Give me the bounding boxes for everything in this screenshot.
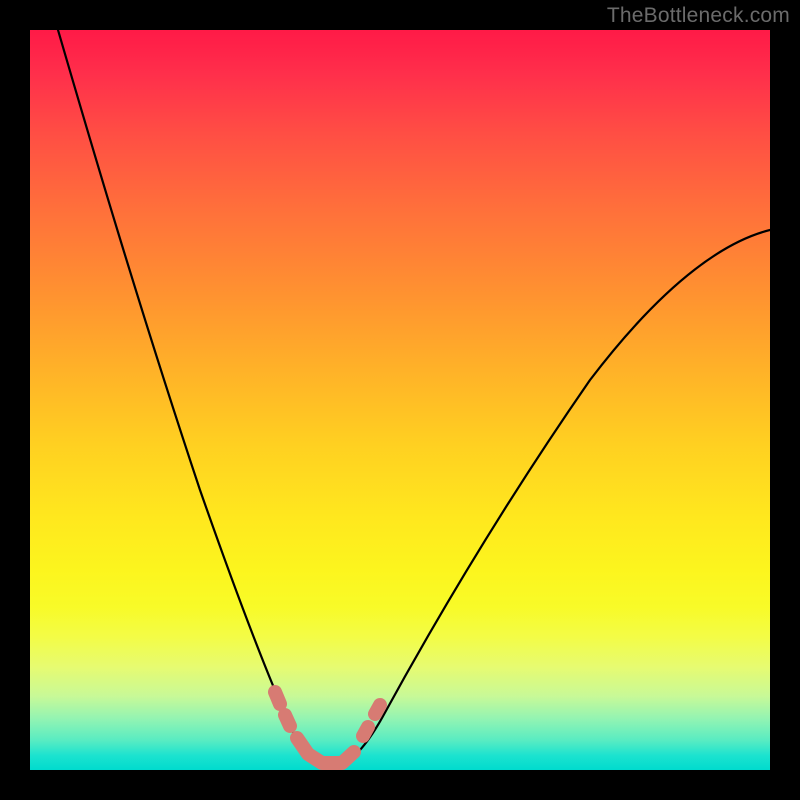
marker-trough	[297, 738, 354, 763]
marker-right-dash-upper	[375, 705, 380, 714]
marker-left-dash-lower	[285, 715, 290, 726]
plot-area	[30, 30, 770, 770]
curve-right-branch	[336, 230, 770, 766]
marker-right-dash-lower	[363, 727, 368, 736]
curve-left-branch	[58, 30, 324, 766]
marker-left-dash-upper	[275, 692, 280, 704]
chart-frame: TheBottleneck.com	[0, 0, 800, 800]
curve-layer	[30, 30, 770, 770]
watermark-text: TheBottleneck.com	[607, 4, 790, 28]
